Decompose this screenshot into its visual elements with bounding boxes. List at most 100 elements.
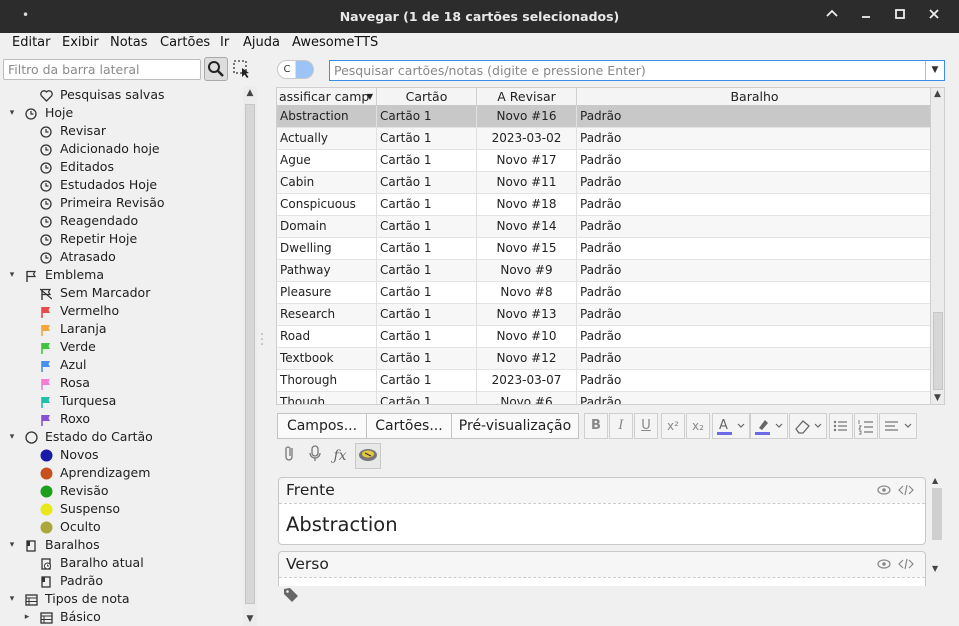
table-row[interactable]: Dwelling Cartão 1 Novo #15 Padrão xyxy=(277,238,930,260)
close-window-icon[interactable] xyxy=(922,5,946,27)
cards-notes-toggle[interactable]: C xyxy=(277,60,314,79)
sidebar-item[interactable]: Turquesa xyxy=(0,392,243,410)
eraser-button[interactable] xyxy=(789,413,827,439)
table-row[interactable]: Research Cartão 1 Novo #13 Padrão xyxy=(277,304,930,326)
table-row[interactable]: Actually Cartão 1 2023-03-02 Padrão xyxy=(277,128,930,150)
column-deck[interactable]: Baralho xyxy=(577,88,930,106)
record-audio-button[interactable] xyxy=(303,443,327,469)
table-row[interactable]: Cabin Cartão 1 Novo #11 Padrão xyxy=(277,172,930,194)
menu-ajuda[interactable]: Ajuda xyxy=(243,35,280,50)
sidebar-item[interactable]: ▾ Estado do Cartão xyxy=(0,428,243,446)
sidebar-item[interactable]: Verde xyxy=(0,338,243,356)
table-row[interactable]: Abstraction Cartão 1 Novo #16 Padrão xyxy=(277,106,930,128)
menu-exibir[interactable]: Exibir xyxy=(62,35,99,50)
highlight-color-button[interactable] xyxy=(750,413,788,439)
table-scroll-thumb[interactable] xyxy=(933,312,943,390)
collapse-arrow-icon[interactable]: ▸ xyxy=(22,608,32,626)
expand-arrow-icon[interactable]: ▾ xyxy=(7,104,17,122)
sidebar-scrollbar[interactable]: ▲ ▼ xyxy=(243,86,257,626)
field-front-input[interactable]: Abstraction xyxy=(279,503,925,544)
collapse-window-icon[interactable] xyxy=(820,5,844,27)
underline-button[interactable]: U xyxy=(634,413,658,439)
search-history-dropdown[interactable]: ▼ xyxy=(925,61,944,80)
fields-button[interactable]: Campos... xyxy=(277,413,367,439)
select-mode-button[interactable] xyxy=(232,59,252,79)
table-row[interactable]: Pleasure Cartão 1 Novo #8 Padrão xyxy=(277,282,930,304)
editor-scrollbar[interactable]: ▲ ▼ xyxy=(930,476,944,576)
editor-scroll-thumb[interactable] xyxy=(932,488,942,540)
sidebar-item[interactable]: Novos xyxy=(0,446,243,464)
sidebar-item[interactable]: Reagendado xyxy=(0,212,243,230)
table-row[interactable]: Domain Cartão 1 Novo #14 Padrão xyxy=(277,216,930,238)
awesometts-button[interactable] xyxy=(355,443,381,469)
sidebar-item[interactable]: Estudados Hoje xyxy=(0,176,243,194)
scroll-down-icon[interactable]: ▼ xyxy=(932,564,938,573)
table-row[interactable]: Thorough Cartão 1 2023-03-07 Padrão xyxy=(277,370,930,392)
column-due[interactable]: A Revisar xyxy=(477,88,577,106)
expand-arrow-icon[interactable]: ▾ xyxy=(7,536,17,554)
tag-icon[interactable] xyxy=(283,587,299,603)
sidebar-item[interactable]: Baralho atual xyxy=(0,554,243,572)
code-icon[interactable] xyxy=(898,558,914,570)
sidebar-item[interactable]: Vermelho xyxy=(0,302,243,320)
alignment-button[interactable] xyxy=(879,413,917,439)
scroll-up-icon[interactable]: ▲ xyxy=(931,89,944,99)
cards-button[interactable]: Cartões... xyxy=(366,413,452,439)
text-color-button[interactable]: A xyxy=(712,413,750,439)
table-row[interactable]: Conspicuous Cartão 1 Novo #18 Padrão xyxy=(277,194,930,216)
column-sort-field[interactable]: assificar camp ▼ xyxy=(277,88,377,106)
sidebar-item[interactable]: Padrão xyxy=(0,572,243,590)
splitter-handle[interactable] xyxy=(258,54,266,626)
sidebar-item[interactable]: Azul xyxy=(0,356,243,374)
menu-awesometts[interactable]: AwesomeTTS xyxy=(292,35,378,50)
superscript-button[interactable]: x² xyxy=(661,413,685,439)
menu-notas[interactable]: Notas xyxy=(110,35,148,50)
expand-arrow-icon[interactable]: ▾ xyxy=(7,266,17,284)
eye-icon[interactable] xyxy=(877,559,891,569)
math-button[interactable]: ƒx xyxy=(328,443,352,469)
sidebar-item[interactable]: Adicionado hoje xyxy=(0,140,243,158)
sidebar-item[interactable]: Revisar xyxy=(0,122,243,140)
scroll-down-icon[interactable]: ▼ xyxy=(243,614,257,624)
sidebar-item[interactable]: Rosa xyxy=(0,374,243,392)
table-row[interactable]: Though Cartão 1 Novo #6 Padrão xyxy=(277,392,930,404)
expand-arrow-icon[interactable]: ▾ xyxy=(7,590,17,608)
sidebar-item[interactable]: ▾ Tipos de nota xyxy=(0,590,243,608)
subscript-button[interactable]: x₂ xyxy=(686,413,710,439)
sidebar-search-button[interactable] xyxy=(204,57,228,81)
unordered-list-button[interactable] xyxy=(829,413,853,439)
sidebar-item[interactable]: Revisão xyxy=(0,482,243,500)
menu-ir[interactable]: Ir xyxy=(220,35,229,50)
sidebar-item[interactable]: ▾ Baralhos xyxy=(0,536,243,554)
italic-button[interactable]: I xyxy=(609,413,633,439)
table-row[interactable]: Textbook Cartão 1 Novo #12 Padrão xyxy=(277,348,930,370)
sidebar-item[interactable]: Laranja xyxy=(0,320,243,338)
sidebar-item[interactable]: Editados xyxy=(0,158,243,176)
sidebar-item[interactable]: Primeira Revisão xyxy=(0,194,243,212)
ordered-list-button[interactable] xyxy=(854,413,878,439)
sidebar-item[interactable]: Repetir Hoje xyxy=(0,230,243,248)
column-card[interactable]: Cartão xyxy=(377,88,477,106)
bold-button[interactable]: B xyxy=(584,413,608,439)
scroll-up-icon[interactable]: ▲ xyxy=(932,476,938,485)
table-row[interactable]: Ague Cartão 1 Novo #17 Padrão xyxy=(277,150,930,172)
sidebar-item[interactable]: Suspenso xyxy=(0,500,243,518)
preview-button[interactable]: Pré-visualização xyxy=(451,413,579,439)
sidebar-item[interactable]: Pesquisas salvas xyxy=(0,86,243,104)
scroll-up-icon[interactable]: ▲ xyxy=(243,88,257,98)
sidebar-item[interactable]: Sem Marcador xyxy=(0,284,243,302)
sidebar-item[interactable]: ▸ Básico xyxy=(0,608,243,626)
sidebar-item[interactable]: Aprendizagem xyxy=(0,464,243,482)
menu-cartoes[interactable]: Cartões xyxy=(160,35,210,50)
sidebar-item[interactable]: ▾ Emblema xyxy=(0,266,243,284)
sidebar-item[interactable]: Oculto xyxy=(0,518,243,536)
sidebar-item[interactable]: ▾ Hoje xyxy=(0,104,243,122)
search-input[interactable]: Pesquisar cartões/notas (digite e pressi… xyxy=(329,60,945,81)
table-row[interactable]: Pathway Cartão 1 Novo #9 Padrão xyxy=(277,260,930,282)
table-scrollbar[interactable]: ▲ ▼ xyxy=(931,87,945,405)
scroll-down-icon[interactable]: ▼ xyxy=(931,393,944,403)
expand-arrow-icon[interactable]: ▾ xyxy=(7,428,17,446)
code-icon[interactable] xyxy=(898,484,914,496)
minimize-window-icon[interactable] xyxy=(854,5,878,27)
table-row[interactable]: Road Cartão 1 Novo #10 Padrão xyxy=(277,326,930,348)
